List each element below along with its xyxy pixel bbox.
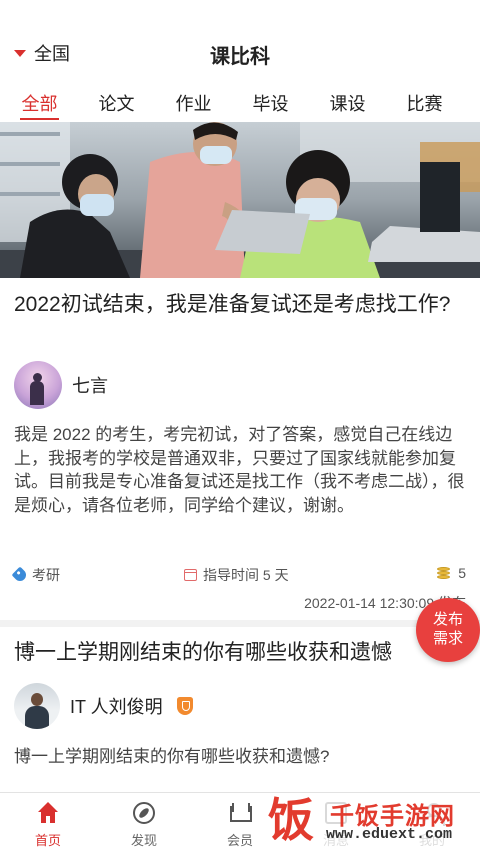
post-meta: 考研 指导时间 5 天 5 <box>11 565 466 585</box>
calendar-icon <box>184 569 197 581</box>
watermark-logo-glyph: 饭 <box>268 793 314 847</box>
author-name[interactable]: 七言 <box>72 372 108 398</box>
tag-icon <box>11 566 29 584</box>
guide-time-label: 指导时间 5 天 <box>203 567 289 583</box>
avatar[interactable] <box>14 683 60 729</box>
nav-label: 首页 <box>34 833 61 848</box>
post-title[interactable]: 2022初试结束，我是准备复试还是考虑找工作? <box>14 290 454 320</box>
crown-icon <box>229 802 252 824</box>
post-body: 我是 2022 的考生，考完初试，对了答案，感觉自己在线边上，我报考的学校是普通… <box>14 425 465 515</box>
post-title[interactable]: 博一上学期刚结束的你有哪些收获和遗憾 <box>14 638 466 668</box>
nav-home[interactable]: 首页 <box>0 793 96 853</box>
banner-carousel[interactable] <box>0 122 480 278</box>
app-header: 全国 课比科 <box>0 0 480 82</box>
tab-course-project[interactable]: 课设 <box>309 82 386 122</box>
fab-label-line1: 发布 <box>432 611 463 628</box>
publish-request-button[interactable]: 发布 需求 <box>416 598 480 662</box>
nav-label: 发现 <box>130 833 157 848</box>
avatar[interactable] <box>14 361 62 409</box>
tab-homework[interactable]: 作业 <box>155 82 232 122</box>
category-label: 考研 <box>32 567 60 583</box>
tab-all[interactable]: 全部 <box>1 82 78 122</box>
watermark: 饭 千饭手游网 www.eduext.com <box>268 792 480 850</box>
banner-photo <box>0 122 480 278</box>
tab-thesis[interactable]: 论文 <box>78 82 155 122</box>
verified-shield-icon <box>176 697 193 715</box>
tab-competition[interactable]: 比赛 <box>386 82 463 122</box>
tab-graduation-project[interactable]: 毕设 <box>232 82 309 122</box>
page-title: 课比科 <box>210 46 270 68</box>
nav-label: 会员 <box>226 833 253 848</box>
watermark-url: www.eduext.com <box>326 826 453 843</box>
coins-value: 5 <box>458 565 466 581</box>
post-card[interactable]: 2022初试结束，我是准备复试还是考虑找工作? 七言 我是 2022 的考生，考… <box>0 278 480 620</box>
author-name[interactable]: IT 人刘俊明 <box>70 693 163 719</box>
post-excerpt: 博一上学期刚结束的你有哪些收获和遗憾? <box>14 747 330 766</box>
post-author[interactable]: 七言 <box>14 361 108 409</box>
nav-discover[interactable]: 发现 <box>96 793 192 853</box>
category-tabs: 全部 论文 作业 毕设 课设 比赛 <box>0 82 480 122</box>
post-card[interactable]: 博一上学期刚结束的你有哪些收获和遗憾 IT 人刘俊明 博一上学期刚结束的你有哪些… <box>0 627 480 792</box>
guide-time: 指导时间 5 天 <box>184 565 289 585</box>
compass-icon <box>133 802 155 824</box>
home-icon <box>37 802 59 824</box>
coins-icon <box>437 567 451 579</box>
fab-label-line2: 需求 <box>432 630 463 647</box>
post-author[interactable]: IT 人刘俊明 <box>14 683 193 729</box>
reward-coins: 5 <box>437 565 466 581</box>
category-tag: 考研 <box>11 565 60 585</box>
